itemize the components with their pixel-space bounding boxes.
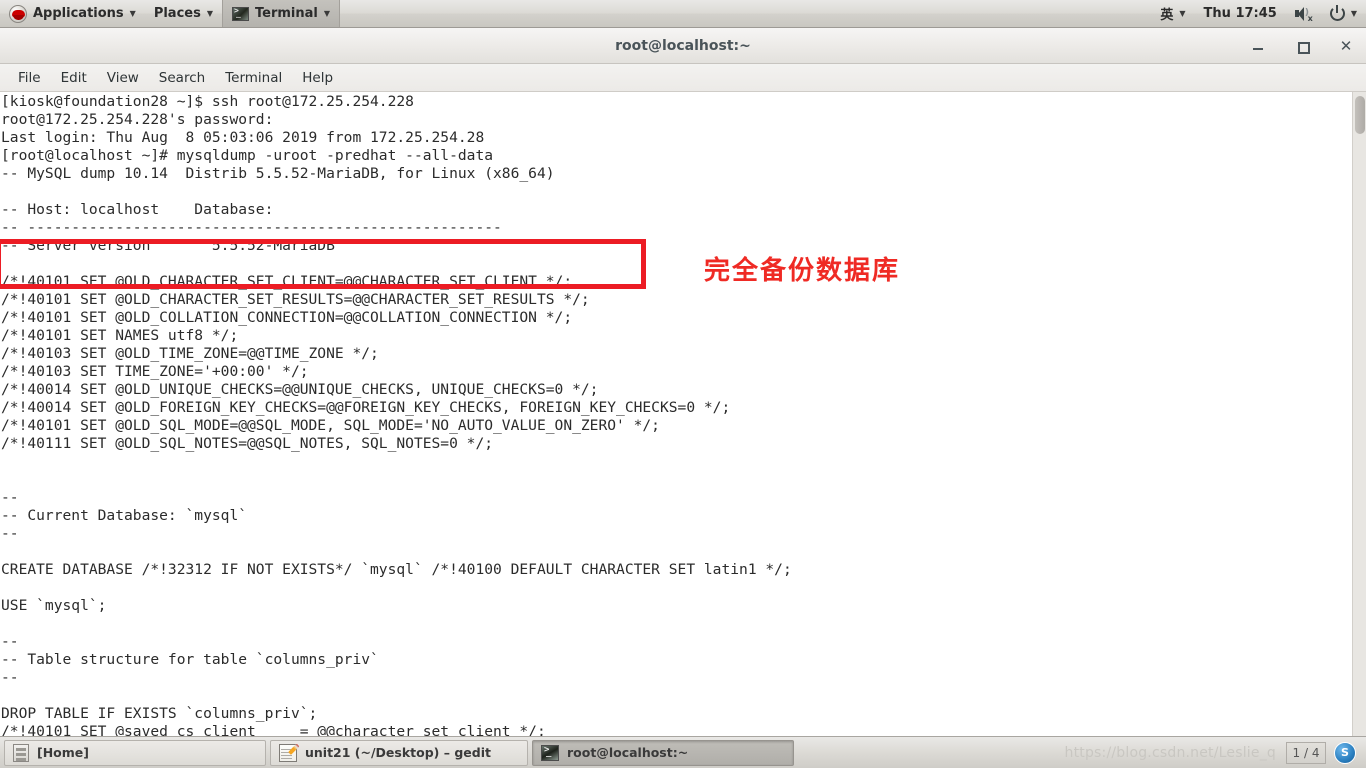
chevron-down-icon: ▼ (129, 8, 136, 18)
taskbar-item-gedit[interactable]: unit21 (~/Desktop) – gedit (270, 739, 528, 766)
minimize-button[interactable] (1250, 38, 1266, 54)
maximize-button[interactable] (1294, 38, 1310, 54)
annotation-label: 完全备份数据库 (704, 256, 901, 286)
chevron-down-icon: ▼ (1179, 8, 1186, 18)
active-app-menu-terminal[interactable]: Terminal ▼ (222, 0, 341, 27)
applications-menu-label: Applications (33, 6, 124, 21)
workspace-switcher[interactable]: 1 / 4 (1286, 741, 1326, 764)
menu-item-view[interactable]: View (97, 67, 149, 89)
chevron-down-icon: ▼ (1350, 8, 1357, 18)
watermark-text: https://blog.csdn.net/Leslie_q (1064, 744, 1276, 761)
system-menu[interactable]: ▼ (1321, 0, 1366, 27)
terminal-icon (541, 744, 559, 761)
applications-menu[interactable]: Applications ▼ (0, 0, 145, 27)
menu-item-help[interactable]: Help (292, 67, 343, 89)
chevron-down-icon: ▼ (323, 8, 331, 18)
input-method-label: 英 (1160, 8, 1174, 23)
speaker-muted-icon: ) x (1294, 6, 1313, 23)
input-method-indicator[interactable]: 英 ▼ (1151, 0, 1194, 27)
close-button[interactable]: ✕ (1338, 38, 1354, 54)
taskbar-item-terminal[interactable]: root@localhost:~ (532, 739, 794, 766)
active-app-label: Terminal (255, 6, 318, 21)
menu-item-terminal[interactable]: Terminal (215, 67, 292, 89)
taskbar-item-label: [Home] (37, 745, 89, 760)
scrollbar-thumb[interactable] (1355, 96, 1365, 134)
power-icon (1329, 5, 1345, 21)
places-menu-label: Places (153, 6, 201, 21)
menu-item-search[interactable]: Search (149, 67, 215, 89)
menu-item-file[interactable]: File (8, 67, 51, 89)
taskbar-item-home[interactable]: [Home] (4, 739, 266, 766)
csdn-badge-icon: S (1334, 741, 1356, 764)
taskbar-item-label: unit21 (~/Desktop) – gedit (305, 745, 491, 760)
chevron-down-icon: ▼ (206, 8, 214, 18)
window-titlebar[interactable]: root@localhost:~ ✕ (0, 28, 1366, 64)
file-manager-icon (13, 743, 29, 762)
clock-label: Thu 17:45 (1203, 6, 1277, 21)
volume-button[interactable]: ) x (1286, 0, 1321, 27)
menubar: File Edit View Search Terminal Help (0, 64, 1366, 92)
gedit-icon (279, 743, 297, 762)
terminal-output-area[interactable]: [kiosk@foundation28 ~]$ ssh root@172.25.… (0, 92, 1366, 736)
clock[interactable]: Thu 17:45 (1195, 0, 1286, 27)
terminal-scrollbar[interactable] (1352, 92, 1366, 736)
terminal-window: root@localhost:~ ✕ File Edit View Search… (0, 28, 1366, 736)
redhat-logo-icon (9, 4, 27, 23)
terminal-text: [kiosk@foundation28 ~]$ ssh root@172.25.… (1, 93, 792, 736)
places-menu[interactable]: Places ▼ (145, 0, 222, 27)
top-panel: Applications ▼ Places ▼ Terminal ▼ 英 ▼ T… (0, 0, 1366, 28)
window-controls: ✕ (1250, 28, 1354, 64)
taskbar: [Home] unit21 (~/Desktop) – gedit root@l… (0, 736, 1366, 768)
terminal-icon (232, 6, 250, 21)
taskbar-item-label: root@localhost:~ (567, 745, 689, 760)
window-title: root@localhost:~ (615, 37, 751, 54)
menu-item-edit[interactable]: Edit (51, 67, 97, 89)
